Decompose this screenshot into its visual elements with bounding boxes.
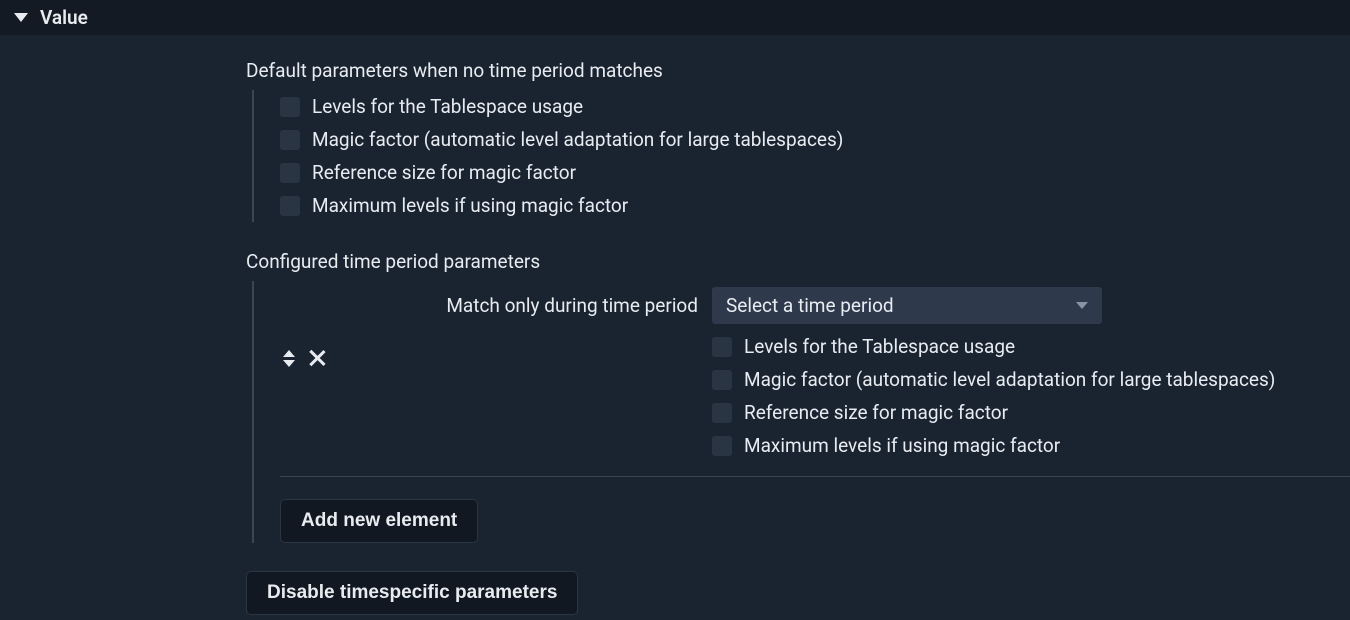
default-option-row: Levels for the Tablespace usage [280,90,1350,123]
option-label: Levels for the Tablespace usage [744,335,1015,358]
option-label: Levels for the Tablespace usage [312,95,583,118]
option-label: Maximum levels if using magic factor [312,194,628,217]
tp-option-row: Magic factor (automatic level adaptation… [712,363,1350,396]
option-label: Magic factor (automatic level adaptation… [312,128,843,151]
remove-icon[interactable] [306,347,328,369]
select-value: Select a time period [726,294,894,317]
default-option-row: Magic factor (automatic level adaptation… [280,123,1350,156]
timeperiod-entry: Match only during time period Select a t… [280,287,1350,462]
defaults-block: Levels for the Tablespace usage Magic fa… [252,90,1350,222]
option-label: Magic factor (automatic level adaptation… [744,368,1275,391]
default-option-row: Reference size for magic factor [280,156,1350,189]
checkbox-tp-max-levels[interactable] [712,436,732,456]
checkbox-magic-factor[interactable] [280,130,300,150]
match-label: Match only during time period [338,294,698,317]
entry-main: Match only during time period Select a t… [338,287,1350,462]
option-label: Reference size for magic factor [312,161,576,184]
timeperiod-title: Configured time period parameters [246,250,1350,273]
checkbox-tp-magic-factor[interactable] [712,370,732,390]
panel-header[interactable]: Value [0,0,1350,35]
collapse-icon [14,13,28,22]
timeperiod-select[interactable]: Select a time period [712,287,1102,324]
option-label: Reference size for magic factor [744,401,1008,424]
chevron-down-icon [1076,302,1088,309]
checkbox-tp-reference-size[interactable] [712,403,732,423]
tp-option-row: Levels for the Tablespace usage [712,330,1350,363]
add-element-button[interactable]: Add new element [280,499,478,543]
entry-controls [280,347,328,369]
panel-title: Value [40,6,88,29]
default-option-row: Maximum levels if using magic factor [280,189,1350,222]
disable-timespecific-button[interactable]: Disable timespecific parameters [246,571,578,615]
panel-content: Default parameters when no time period m… [0,35,1350,615]
checkbox-max-levels[interactable] [280,196,300,216]
defaults-title: Default parameters when no time period m… [246,59,1350,82]
tp-option-row: Reference size for magic factor [712,396,1350,429]
checkbox-levels-usage[interactable] [280,97,300,117]
option-label: Maximum levels if using magic factor [744,434,1060,457]
timeperiod-options: Levels for the Tablespace usage Magic fa… [338,330,1350,462]
tp-option-row: Maximum levels if using magic factor [712,429,1350,462]
checkbox-reference-size[interactable] [280,163,300,183]
checkbox-tp-levels-usage[interactable] [712,337,732,357]
match-row: Match only during time period Select a t… [338,287,1350,324]
timeperiod-block: Match only during time period Select a t… [252,281,1350,543]
divider [280,476,1350,477]
reorder-icon[interactable] [280,350,298,367]
